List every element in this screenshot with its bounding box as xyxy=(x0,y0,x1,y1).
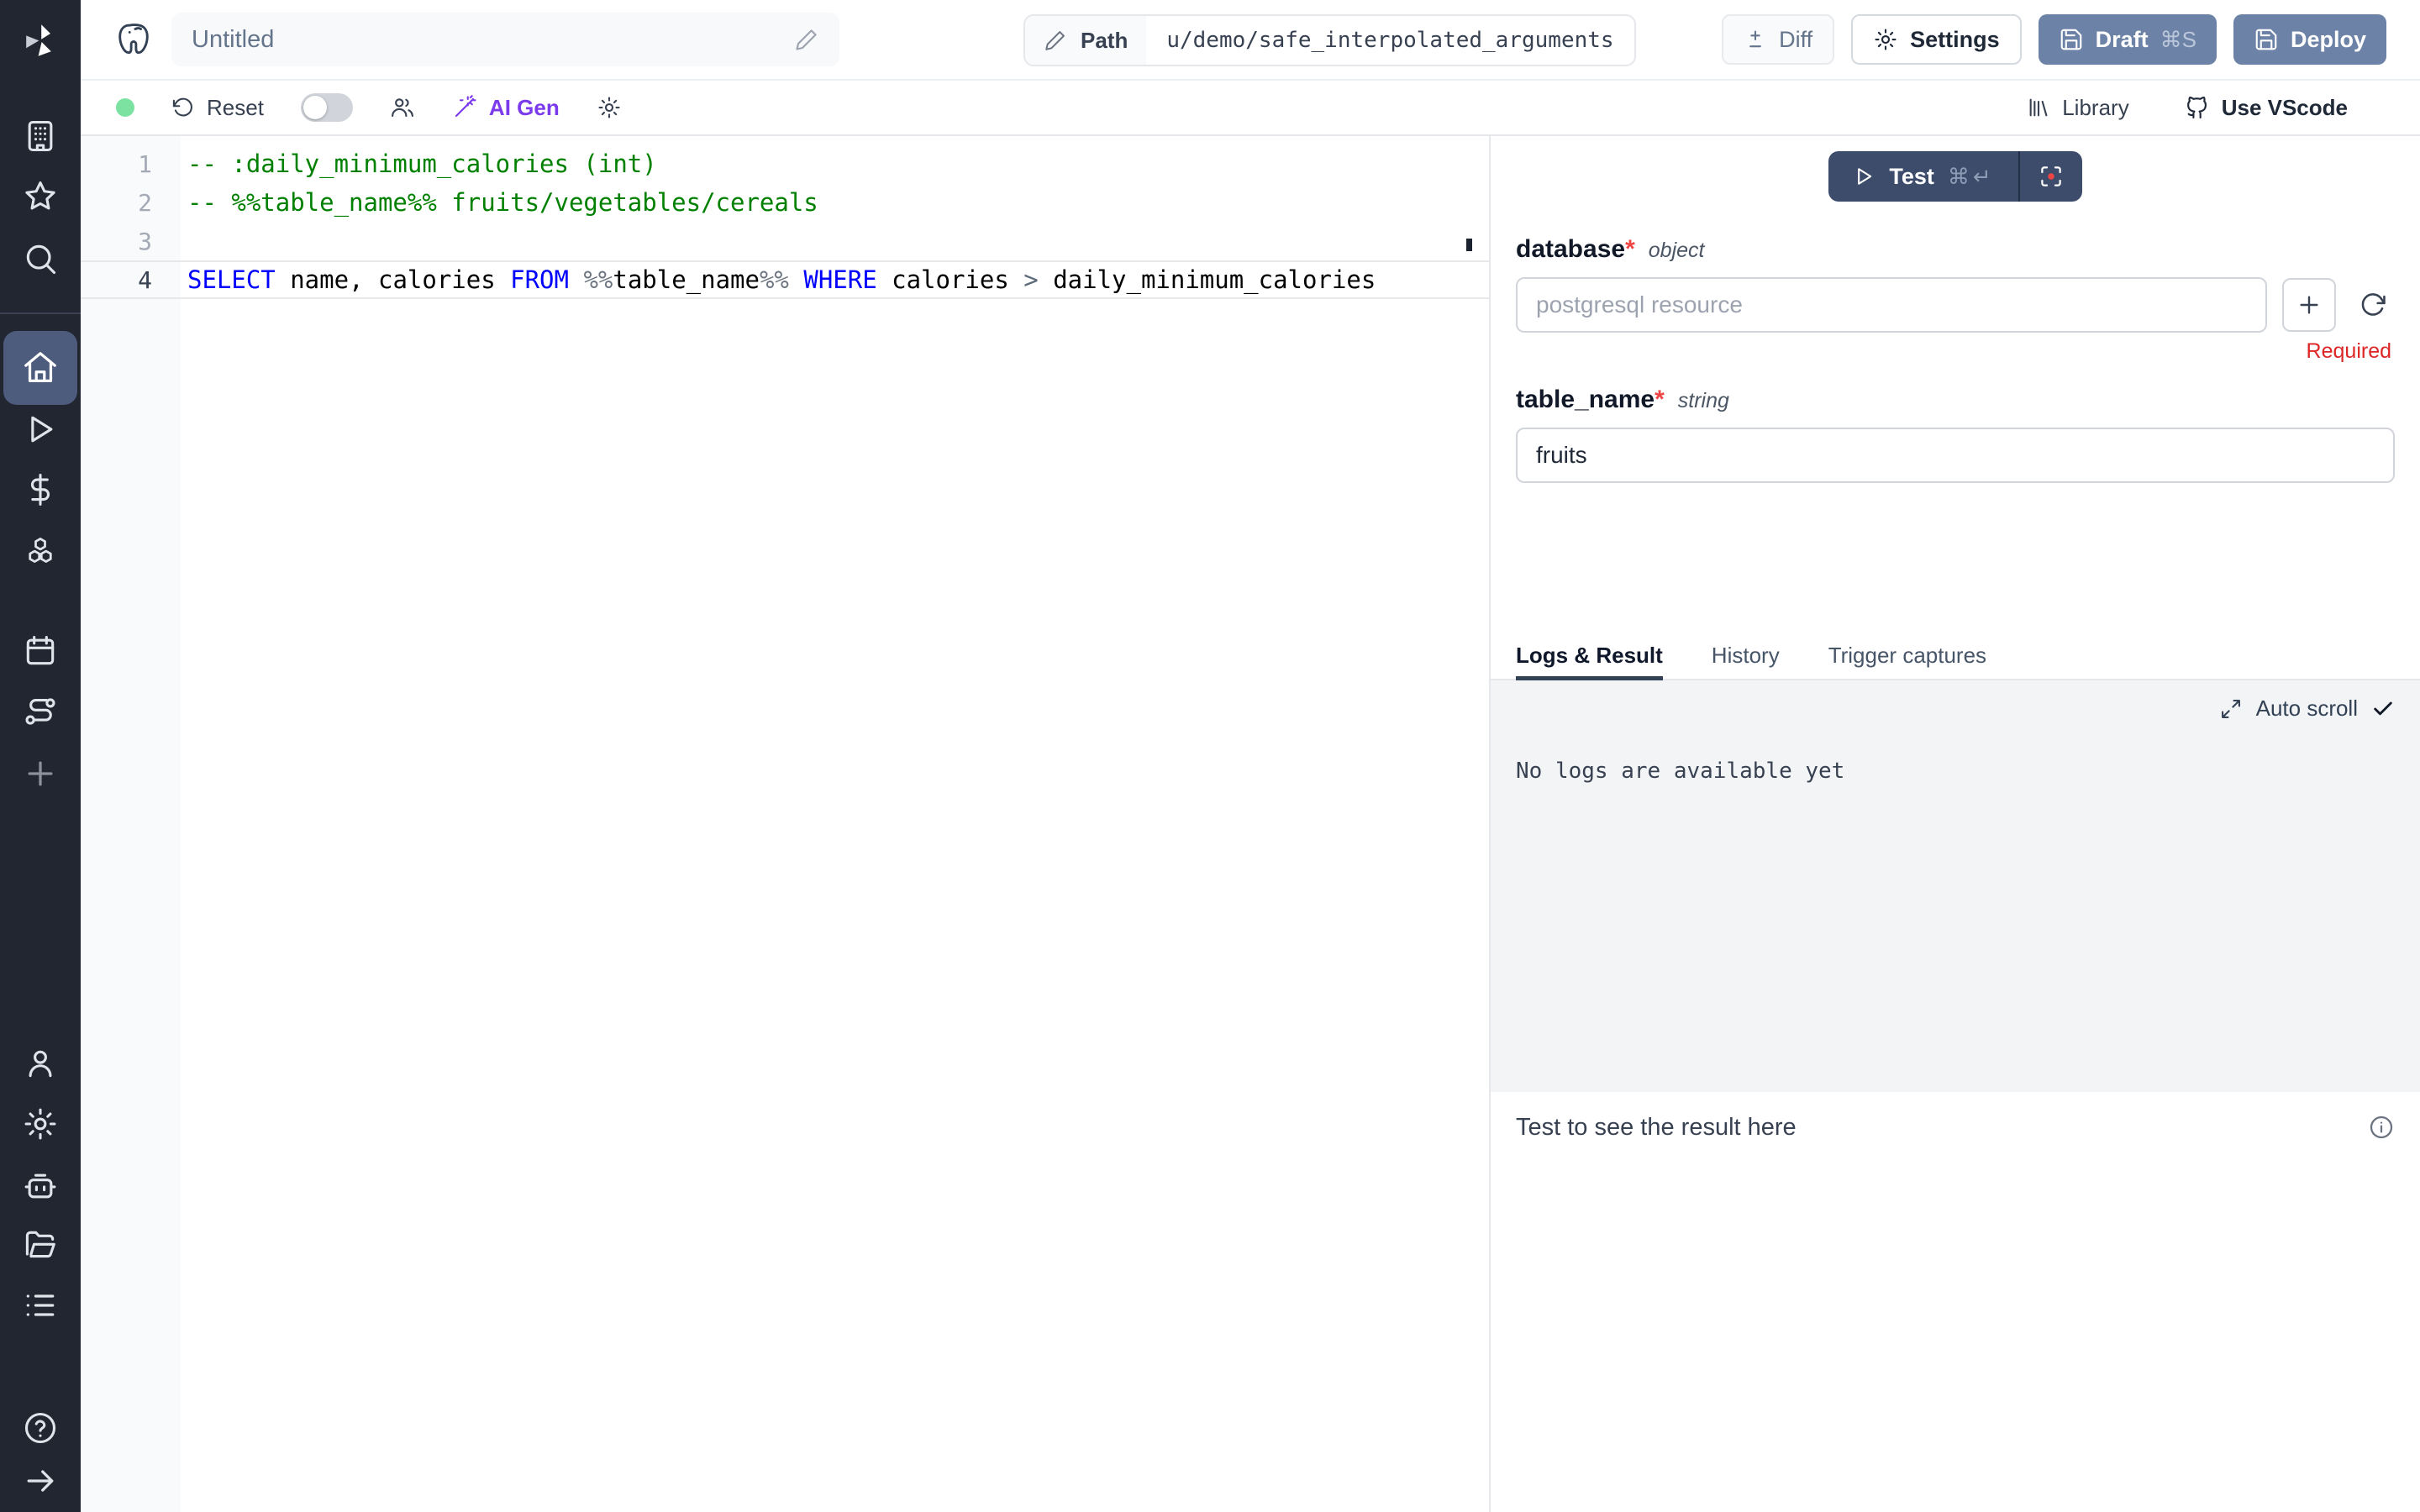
logs-panel: Auto scroll No logs are available yet xyxy=(1491,680,2420,1092)
code-sql-statement: SELECT name, calories FROM %%table_name%… xyxy=(181,265,1376,294)
app-sidebar xyxy=(0,0,81,1512)
path-value: u/demo/safe_interpolated_arguments xyxy=(1146,16,1634,65)
capture-button[interactable] xyxy=(2020,151,2082,202)
path-pill[interactable]: Path u/demo/safe_interpolated_arguments xyxy=(1023,14,1636,66)
table-name-field-label: table_name* string xyxy=(1516,386,2395,414)
favorites-star-icon[interactable] xyxy=(22,178,59,215)
diff-icon xyxy=(1744,28,1767,51)
code-comment: -- :daily_minimum_calories (int) xyxy=(181,150,657,178)
run-panel: Test ⌘↵ database* xyxy=(1489,136,2420,1512)
gear-icon xyxy=(1873,27,1898,52)
reset-button[interactable]: Reset xyxy=(171,95,264,121)
multiplayer-toggle[interactable] xyxy=(301,93,353,122)
use-vscode-button[interactable]: Use VScode xyxy=(2183,94,2348,121)
flows-route-icon[interactable] xyxy=(22,693,59,730)
code-comment: -- %%table_name%% fruits/vegetables/cere… xyxy=(181,188,818,217)
check-icon[interactable] xyxy=(2371,697,2395,721)
windmill-logo-icon[interactable] xyxy=(20,20,60,60)
table-name-input[interactable] xyxy=(1516,428,2395,483)
topbar: Path u/demo/safe_interpolated_arguments … xyxy=(81,0,2420,81)
expand-icon[interactable] xyxy=(2219,697,2243,721)
auto-scroll-label: Auto scroll xyxy=(2256,696,2358,722)
path-label: Path xyxy=(1081,28,1128,54)
script-title-input[interactable] xyxy=(192,26,794,54)
schedules-calendar-icon[interactable] xyxy=(22,633,59,669)
edit-title-pencil-icon[interactable] xyxy=(794,27,819,52)
status-dot xyxy=(116,98,134,117)
editor-gutter xyxy=(81,136,181,1512)
tab-logs-result[interactable]: Logs & Result xyxy=(1516,643,1663,679)
info-icon[interactable] xyxy=(2368,1114,2395,1141)
postgresql-icon xyxy=(114,20,153,59)
sidebar-item-home[interactable] xyxy=(3,331,77,405)
database-field-label: database* object xyxy=(1516,235,2395,264)
refresh-resources-button[interactable] xyxy=(2351,291,2395,319)
overview-ruler-cursor-mark xyxy=(1466,239,1472,251)
sidebar-divider xyxy=(0,312,81,314)
folder-open-icon[interactable] xyxy=(22,1226,59,1263)
capture-icon xyxy=(2039,164,2064,189)
code-line-1[interactable]: 1 -- :daily_minimum_calories (int) xyxy=(81,144,1489,183)
code-line-3[interactable]: 3 xyxy=(81,222,1489,260)
costs-dollar-icon[interactable] xyxy=(22,471,59,508)
library-icon xyxy=(2027,96,2050,119)
edit-path-pencil-icon xyxy=(1044,29,1067,52)
audit-logs-list-icon[interactable] xyxy=(22,1287,59,1324)
result-panel: Test to see the result here xyxy=(1491,1092,2420,1512)
editor-settings-gear-icon[interactable] xyxy=(597,95,622,120)
reset-icon xyxy=(171,96,195,119)
workers-robot-icon[interactable] xyxy=(22,1168,59,1205)
collaborators-users-icon[interactable] xyxy=(390,95,415,120)
ai-gen-button[interactable]: AI Gen xyxy=(452,95,560,121)
wand-sparkles-icon xyxy=(452,95,477,120)
editor-toolbar: Reset AI Gen Libr xyxy=(81,81,2420,136)
logs-empty-message: No logs are available yet xyxy=(1516,759,2395,784)
database-input[interactable] xyxy=(1516,277,2267,333)
code-line-4[interactable]: 4 SELECT name, calories FROM %%table_nam… xyxy=(81,260,1489,299)
diff-button[interactable]: Diff xyxy=(1722,14,1834,65)
required-warning: Required xyxy=(1516,339,2395,364)
code-line-2[interactable]: 2 -- %%table_name%% fruits/vegetables/ce… xyxy=(81,183,1489,222)
resources-boxes-icon[interactable] xyxy=(22,532,59,569)
logs-tabs: Logs & Result History Trigger captures xyxy=(1491,640,2420,680)
user-icon[interactable] xyxy=(22,1045,59,1082)
code-editor[interactable]: 1 -- :daily_minimum_calories (int) 2 -- … xyxy=(81,136,1489,1512)
workspace-building-icon[interactable] xyxy=(22,118,59,155)
script-title-pill[interactable] xyxy=(171,13,839,66)
tab-trigger-captures[interactable]: Trigger captures xyxy=(1828,643,1986,679)
github-icon xyxy=(2183,94,2210,121)
draft-shortcut: ⌘S xyxy=(2160,27,2196,53)
arguments-section: Test ⌘↵ database* xyxy=(1491,136,2420,640)
refresh-icon xyxy=(2359,291,2387,319)
plus-icon xyxy=(2296,291,2323,318)
tab-history[interactable]: History xyxy=(1712,643,1780,679)
draft-button[interactable]: Draft ⌘S xyxy=(2039,14,2217,65)
library-button[interactable]: Library xyxy=(2027,95,2128,121)
help-icon[interactable] xyxy=(22,1410,59,1446)
search-icon[interactable] xyxy=(22,240,59,277)
save-icon xyxy=(2059,27,2084,52)
play-icon xyxy=(1852,165,1876,188)
collapse-arrow-right-icon[interactable] xyxy=(22,1462,59,1499)
test-button[interactable]: Test ⌘↵ xyxy=(1828,151,2018,202)
add-resource-button[interactable] xyxy=(2282,278,2336,332)
deploy-button[interactable]: Deploy xyxy=(2233,14,2386,65)
test-shortcut: ⌘↵ xyxy=(1948,164,1995,190)
save-icon xyxy=(2254,27,2279,52)
runs-play-icon[interactable] xyxy=(22,411,59,448)
add-plus-icon[interactable] xyxy=(22,755,59,792)
settings-button[interactable]: Settings xyxy=(1851,14,2022,65)
result-placeholder: Test to see the result here xyxy=(1516,1114,1797,1142)
settings-gear-icon[interactable] xyxy=(22,1105,59,1142)
